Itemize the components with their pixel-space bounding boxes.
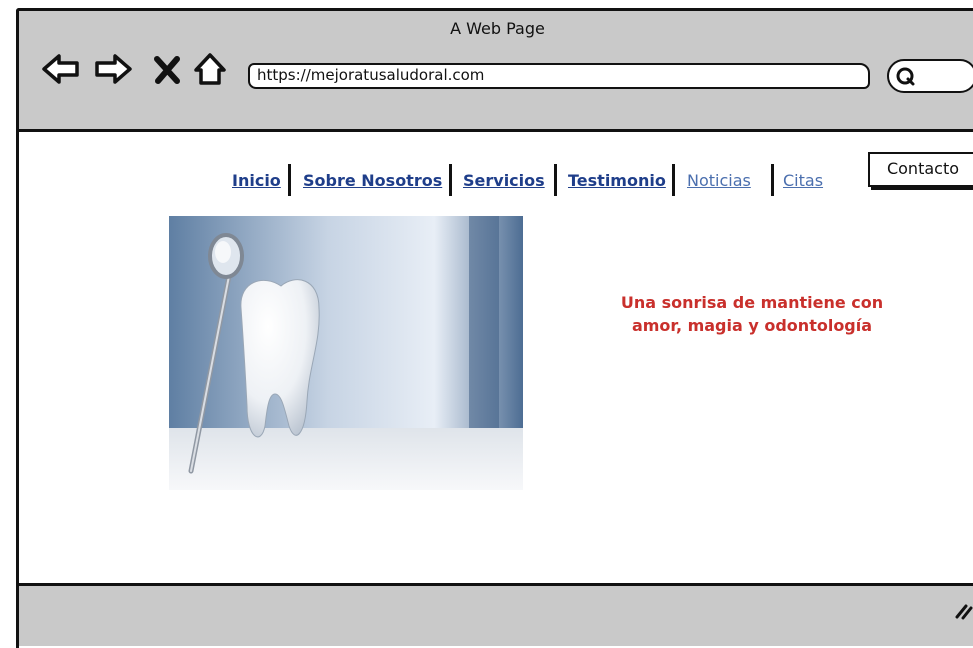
window-title: A Web Page	[450, 19, 545, 38]
nav-link-inicio[interactable]: Inicio	[232, 171, 281, 190]
back-arrow-icon[interactable]	[41, 51, 81, 87]
close-x-icon[interactable]	[152, 51, 182, 87]
nav-link-citas[interactable]: Citas	[783, 171, 823, 190]
site-navigation: Inicio Sobre Nosotros Servicios Testimon…	[19, 161, 973, 201]
nav-separator	[288, 164, 291, 196]
tagline-line-1: Una sonrisa de mantiene con	[620, 293, 884, 312]
resize-handle-icon[interactable]	[954, 600, 973, 620]
nav-separator	[672, 164, 675, 196]
nav-link-servicios[interactable]: Servicios	[463, 171, 545, 190]
nav-separator	[554, 164, 557, 196]
browser-window: A Web Page https://mejoratusaludoral.com…	[16, 8, 973, 648]
url-input[interactable]: https://mejoratusaludoral.com	[248, 63, 870, 89]
forward-arrow-icon[interactable]	[93, 51, 133, 87]
nav-separator	[771, 164, 774, 196]
search-box[interactable]	[887, 59, 973, 93]
nav-link-testimonio[interactable]: Testimonio	[568, 171, 666, 190]
search-icon[interactable]	[895, 66, 917, 88]
nav-link-noticias[interactable]: Noticias	[687, 171, 751, 190]
home-icon[interactable]	[192, 51, 228, 87]
browser-chrome: A Web Page https://mejoratusaludoral.com	[19, 11, 973, 132]
status-bar	[19, 583, 973, 646]
contact-button[interactable]: Contacto	[868, 152, 973, 187]
tooth-with-dental-mirror-image	[169, 216, 523, 490]
nav-separator	[449, 164, 452, 196]
nav-link-sobre-nosotros[interactable]: Sobre Nosotros	[303, 171, 442, 190]
hero-tagline: Una sonrisa de mantiene con amor, magia …	[592, 291, 912, 337]
tagline-line-2: amor, magia y odontología	[631, 316, 873, 335]
